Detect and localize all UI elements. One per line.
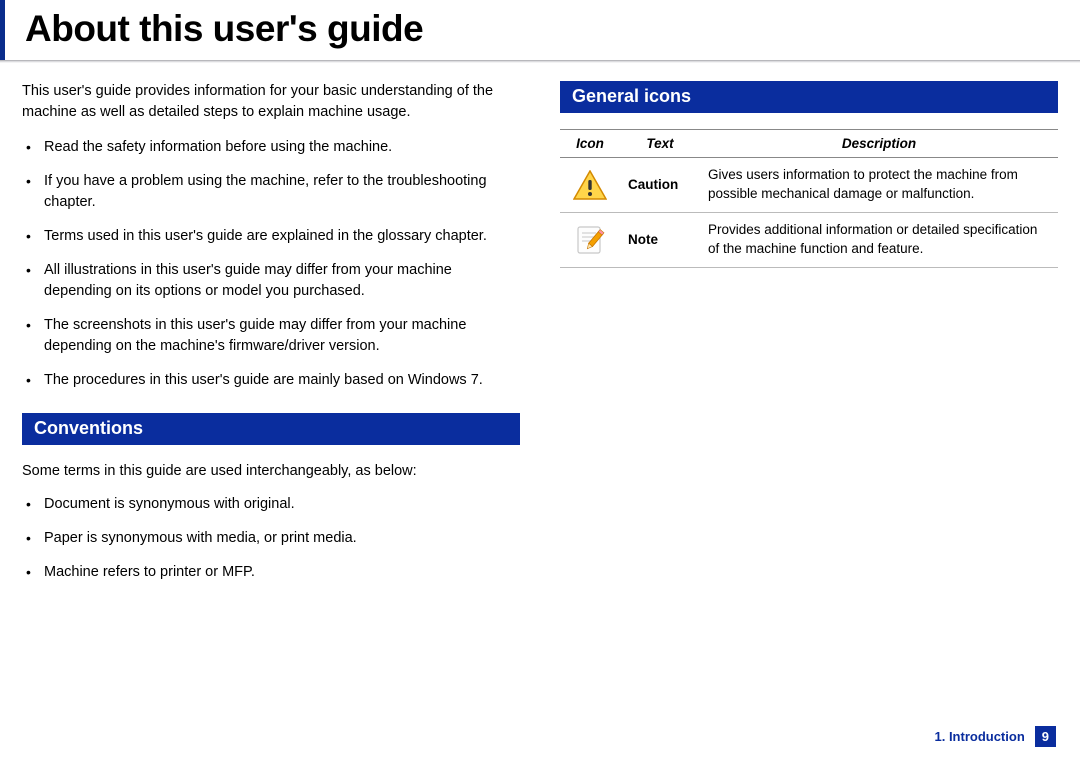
title-divider xyxy=(0,60,1080,63)
caution-description: Gives users information to protect the m… xyxy=(700,158,1058,213)
footer-page-number: 9 xyxy=(1035,726,1056,747)
footer-chapter: 1. Introduction xyxy=(934,729,1024,744)
list-item: Paper is synonymous with media, or print… xyxy=(42,528,520,549)
content-columns: This user's guide provides information f… xyxy=(0,81,1080,596)
caution-label: Caution xyxy=(620,158,700,213)
th-icon: Icon xyxy=(560,130,620,158)
list-item: The screenshots in this user's guide may… xyxy=(42,315,520,357)
info-bullet-list: Read the safety information before using… xyxy=(22,137,520,391)
section-heading-conventions: Conventions xyxy=(22,413,520,445)
note-label: Note xyxy=(620,212,700,267)
list-item: Document is synonymous with original. xyxy=(42,494,520,515)
section-heading-general-icons: General icons xyxy=(560,81,1058,113)
caution-icon xyxy=(560,158,620,213)
table-row: Note Provides additional information or … xyxy=(560,212,1058,267)
th-text: Text xyxy=(620,130,700,158)
note-description: Provides additional information or detai… xyxy=(700,212,1058,267)
table-row: Caution Gives users information to prote… xyxy=(560,158,1058,213)
general-icons-table: Icon Text Description Caution Gives xyxy=(560,129,1058,268)
page-footer: 1. Introduction 9 xyxy=(934,726,1056,747)
conventions-lead: Some terms in this guide are used interc… xyxy=(22,461,520,482)
right-column: General icons Icon Text Description xyxy=(560,81,1058,596)
table-header-row: Icon Text Description xyxy=(560,130,1058,158)
conventions-list: Document is synonymous with original. Pa… xyxy=(22,494,520,583)
list-item: The procedures in this user's guide are … xyxy=(42,370,520,391)
list-item: All illustrations in this user's guide m… xyxy=(42,260,520,302)
intro-paragraph: This user's guide provides information f… xyxy=(22,81,520,123)
list-item: Machine refers to printer or MFP. xyxy=(42,562,520,583)
page-title: About this user's guide xyxy=(0,0,1080,60)
list-item: Read the safety information before using… xyxy=(42,137,520,158)
left-column: This user's guide provides information f… xyxy=(22,81,520,596)
th-description: Description xyxy=(700,130,1058,158)
list-item: If you have a problem using the machine,… xyxy=(42,171,520,213)
note-icon xyxy=(560,212,620,267)
list-item: Terms used in this user's guide are expl… xyxy=(42,226,520,247)
